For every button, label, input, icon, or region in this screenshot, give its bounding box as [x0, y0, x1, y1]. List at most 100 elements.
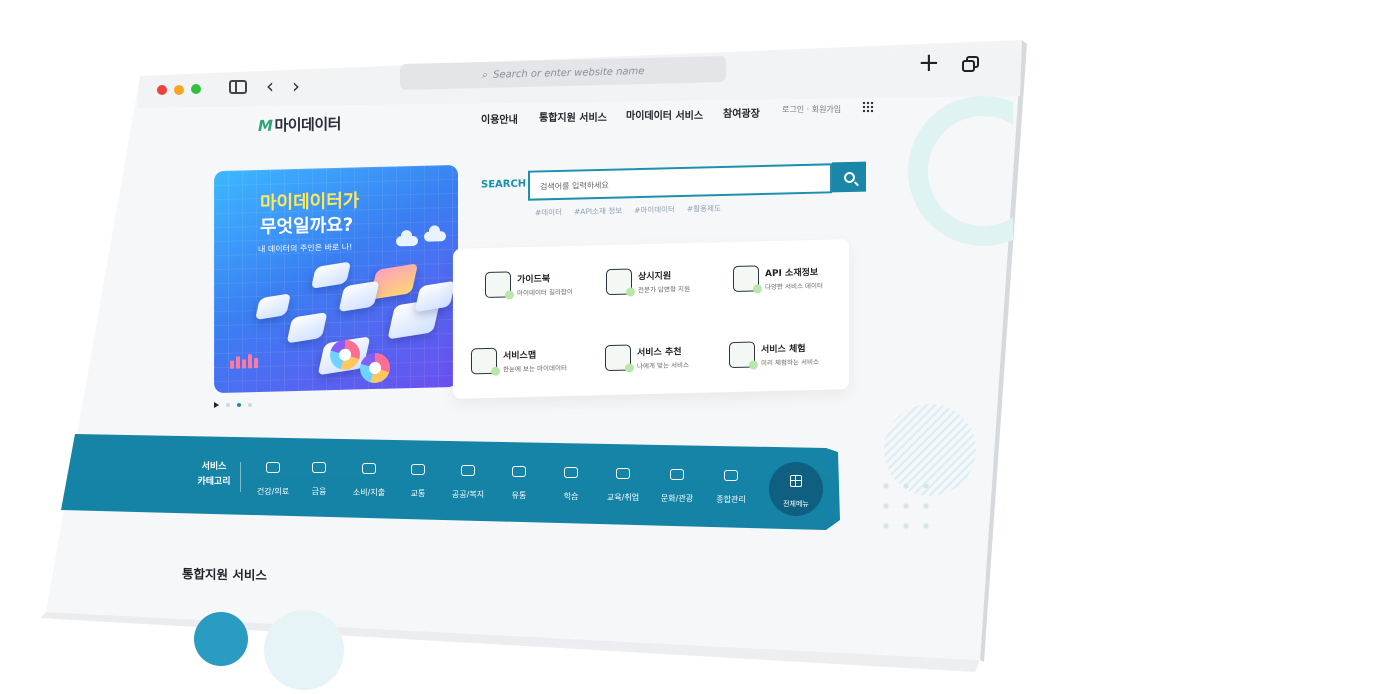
quick-item-title: 가이드북 — [517, 273, 551, 285]
decorative-dot-grid — [876, 476, 942, 542]
category-divider — [240, 462, 241, 492]
service-map-icon — [471, 347, 497, 375]
forward-button[interactable]: › — [292, 74, 300, 98]
cash-icon — [362, 463, 376, 474]
search-tag[interactable]: #데이터 — [535, 207, 562, 219]
category-culture[interactable]: 문화/관광 — [652, 469, 702, 505]
thumbs-up-icon — [605, 344, 631, 372]
category-health[interactable]: 건강/의료 — [248, 462, 298, 498]
search-tag[interactable]: #API소재 정보 — [574, 205, 622, 217]
decorative-ring — [908, 96, 1013, 246]
category-title: 서비스 카테고리 — [196, 460, 232, 490]
quick-item-title: 서비스맵 — [503, 350, 537, 362]
category-label: 문화/관광 — [660, 494, 694, 503]
quick-item-experience[interactable]: 서비스 체험미리 체험하는 서비스 — [729, 340, 819, 369]
pager-dot-active[interactable] — [237, 403, 241, 407]
nav-integrated-support[interactable]: 통합지원 서비스 — [539, 109, 607, 124]
quick-item-service-map[interactable]: 서비스맵 한눈에 보는 마이데이터 — [471, 346, 567, 375]
experience-icon — [729, 341, 755, 369]
logo-mark: M — [258, 116, 273, 136]
category-education[interactable]: 교육/취업 — [598, 468, 648, 504]
category-label: 금융 — [311, 487, 327, 496]
category-label: 종합관리 — [716, 495, 746, 504]
site-logo[interactable]: M 마이데이터 — [258, 113, 341, 136]
new-tab-button[interactable]: + — [918, 50, 940, 76]
category-title-text: 서비스 카테고리 — [197, 462, 231, 487]
quick-item-title: 상시지원 — [638, 271, 672, 282]
back-button[interactable]: ‹ — [266, 74, 274, 98]
quick-item-recommend[interactable]: 서비스 추천나에게 맞는 서비스 — [605, 343, 689, 372]
maximize-window-button[interactable] — [191, 84, 201, 94]
health-icon — [266, 462, 280, 473]
quick-item-desc: 한눈에 보는 마이데이터 — [503, 363, 567, 374]
category-distribution[interactable]: 유통 — [494, 466, 544, 502]
category-label: 소비/지출 — [352, 488, 386, 497]
quick-item-title: 서비스 체험 — [761, 343, 806, 355]
banner-title: 마이데이터가 무엇일까요? — [260, 189, 359, 240]
banner-pager — [214, 402, 252, 408]
quick-item-desc: 다양한 서비스 데이터 — [765, 281, 823, 291]
category-transport[interactable]: 교통 — [393, 464, 443, 500]
quick-item-support[interactable]: 상시지원전문가 답변형 지원 — [606, 267, 690, 296]
banner-title-line2: 무엇일까요? — [260, 214, 354, 238]
quick-item-api[interactable]: API 소재정보다양한 서비스 데이터 — [733, 264, 823, 292]
piggy-bank-icon — [312, 462, 326, 473]
quick-item-title: API 소재정보 — [765, 267, 819, 279]
bar-chart-illustration — [230, 354, 258, 369]
search-icon: ⌕ — [481, 69, 488, 81]
search-label: SEARCH — [481, 178, 527, 191]
play-icon[interactable] — [214, 402, 219, 408]
graduation-cap-icon — [616, 468, 630, 479]
category-label: 학습 — [563, 492, 579, 501]
banner-title-line1: 마이데이터가 — [260, 190, 360, 214]
support-icon — [606, 268, 632, 296]
tab-overview-icon[interactable] — [962, 56, 980, 72]
quick-item-desc: 나에게 맞는 서비스 — [637, 360, 689, 370]
category-label: 공공/복지 — [451, 490, 485, 499]
sidebar-toggle-icon[interactable] — [229, 80, 247, 94]
category-management[interactable]: 종합관리 — [706, 470, 756, 506]
hand-heart-icon — [461, 465, 475, 476]
app-menu-icon[interactable] — [862, 101, 874, 113]
category-learning[interactable]: 학습 — [546, 467, 596, 503]
category-welfare[interactable]: 공공/복지 — [443, 465, 493, 501]
quick-item-desc: 미리 체험하는 서비스 — [761, 357, 819, 367]
pager-dot[interactable] — [226, 403, 230, 407]
quick-item-guidebook[interactable]: 가이드북마이데이터 길라잡이 — [485, 270, 573, 299]
category-label: 교육/취업 — [606, 493, 640, 502]
quick-menu-card: 가이드북마이데이터 길라잡이 상시지원전문가 답변형 지원 API 소재정보다양… — [453, 239, 849, 399]
quick-item-desc: 전문가 답변형 지원 — [638, 284, 690, 294]
all-menu-button[interactable]: 전체메뉴 — [769, 462, 823, 516]
search-icon — [843, 171, 855, 183]
login-signup-links[interactable]: 로그인 · 회원가입 — [782, 104, 841, 115]
hero-banner[interactable]: 마이데이터가 무엇일까요? 내 데이터의 주인은 바로 나! — [214, 164, 458, 394]
network-icon — [724, 470, 738, 481]
nav-participation[interactable]: 참여광장 — [723, 105, 760, 120]
close-window-button[interactable] — [157, 85, 167, 95]
quick-item-desc: 마이데이터 길라잡이 — [517, 287, 573, 297]
cloud-icon — [396, 235, 418, 247]
category-finance[interactable]: 금융 — [294, 462, 344, 498]
minimize-window-button[interactable] — [174, 85, 184, 95]
category-spending[interactable]: 소비/지출 — [344, 463, 394, 499]
truck-icon — [512, 466, 526, 477]
grid-icon — [790, 475, 802, 487]
category-label: 건강/의료 — [256, 487, 290, 496]
nav-guide[interactable]: 이용안내 — [481, 111, 518, 126]
book-icon — [564, 467, 578, 478]
decorative-circles — [194, 608, 354, 690]
section-title: 통합지원 서비스 — [182, 566, 267, 583]
film-reel-icon — [670, 469, 684, 480]
search-tag[interactable]: #마이데이터 — [634, 204, 675, 216]
category-label: 교통 — [410, 489, 426, 498]
nav-mydata-service[interactable]: 마이데이터 서비스 — [626, 107, 703, 122]
search-button[interactable] — [832, 161, 866, 193]
car-icon — [411, 464, 425, 475]
logo-text: 마이데이터 — [274, 114, 341, 135]
address-placeholder: Search or enter website name — [493, 65, 645, 81]
guidebook-icon — [485, 271, 511, 299]
cloud-icon — [424, 231, 446, 242]
quick-item-title: 서비스 추천 — [637, 346, 682, 358]
pager-dot[interactable] — [248, 403, 252, 407]
search-tag[interactable]: #활용제도 — [687, 203, 721, 215]
